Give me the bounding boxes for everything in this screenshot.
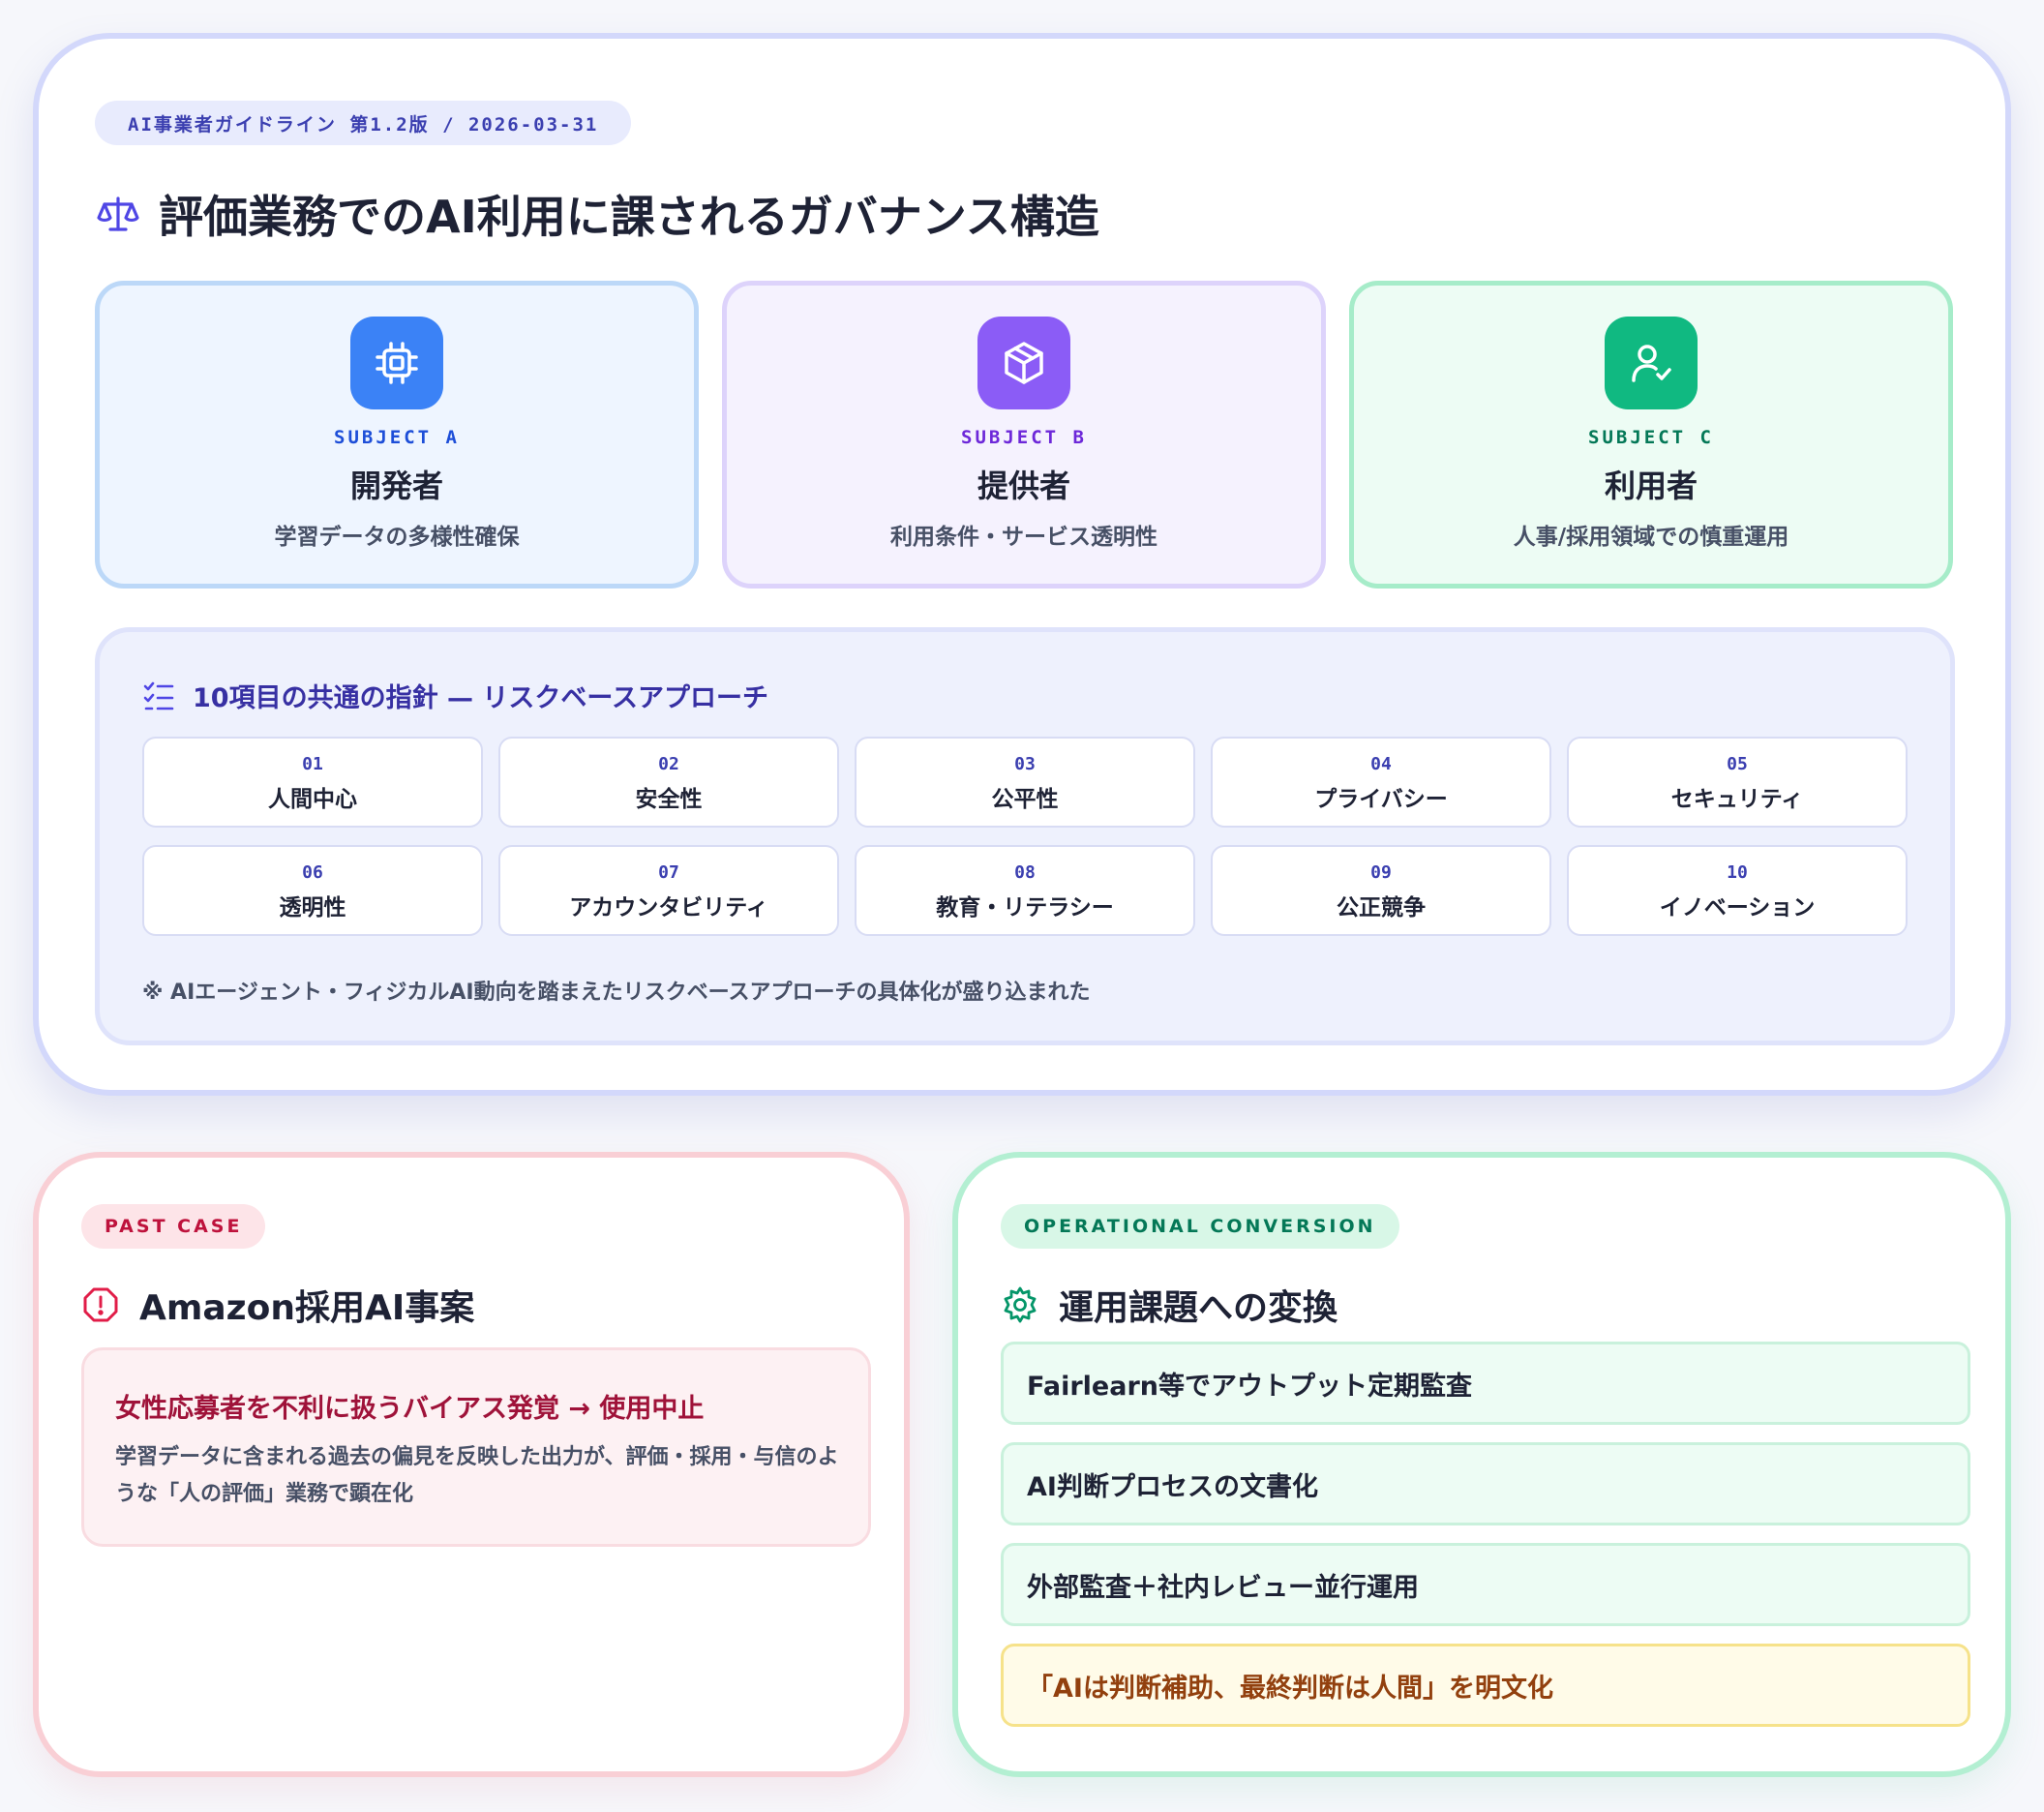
principle-number: 09 (1370, 862, 1392, 883)
past-case-pill: PAST CASE (81, 1204, 266, 1249)
principle-card: 03 公平性 (855, 737, 1195, 828)
case-headline: 女性応募者を不利に扱うバイアス発覚 → 使用中止 (115, 1394, 705, 1424)
operation-item: Fairlearn等でアウトプット定期監査 (1001, 1342, 1970, 1425)
principle-label: 公正競争 (1337, 895, 1426, 921)
operation-item: 外部監査＋社内レビュー並行運用 (1001, 1543, 1970, 1626)
principle-number: 06 (302, 862, 323, 883)
principle-number: 10 (1727, 862, 1748, 883)
subject-card-provider: SUBJECT B 提供者 利用条件・サービス透明性 (722, 281, 1326, 589)
subject-description: 学習データの多様性確保 (274, 525, 520, 550)
subject-name: 利用者 (1604, 468, 1698, 504)
principle-label: アカウンタビリティ (569, 895, 768, 921)
principle-label: イノベーション (1659, 895, 1816, 921)
page-title-row: 評価業務でのAI利用に課されるガバナンス構造 (95, 182, 1099, 246)
operations-title: 運用課題への変換 (1059, 1288, 1338, 1328)
principle-card: 04 プライバシー (1211, 737, 1551, 828)
subject-name: 開発者 (349, 468, 443, 504)
case-description: 学習データに含まれる過去の偏見を反映した出力が、評価・採用・与信のような「人の評… (115, 1445, 839, 1506)
checklist-icon (143, 681, 174, 710)
principle-label: 透明性 (279, 895, 346, 921)
subject-tag: SUBJECT B (961, 427, 1087, 448)
principle-label: プライバシー (1314, 787, 1448, 812)
chip-icon (350, 317, 443, 409)
principles-heading: 10項目の共通の指針 — リスクベースアプローチ (193, 683, 769, 713)
principle-card: 06 透明性 (142, 845, 483, 936)
principle-card: 05 セキュリティ (1567, 737, 1908, 828)
principle-number: 03 (1014, 754, 1036, 774)
principles-note: ※ AIエージェント・フィジカルAI動向を踏まえたリスクベースアプローチの具体化… (142, 981, 1091, 1005)
principle-number: 02 (658, 754, 679, 774)
principle-card: 09 公正競争 (1211, 845, 1551, 936)
subject-card-developer: SUBJECT A 開発者 学習データの多様性確保 (95, 281, 699, 589)
operations-pill: OPERATIONAL CONVERSION (1001, 1204, 1399, 1249)
subject-tag: SUBJECT A (334, 427, 460, 448)
past-case-card: PAST CASE Amazon採用AI事案 女性応募者を不利に扱うバイアス発覚… (33, 1152, 910, 1777)
principle-card: 02 安全性 (498, 737, 839, 828)
operation-item-highlight: 「AIは判断補助、最終判断は人間」を明文化 (1001, 1644, 1970, 1727)
principle-card: 01 人間中心 (142, 737, 483, 828)
subjects-row: SUBJECT A 開発者 学習データの多様性確保 SUBJECT B 提供者 … (95, 281, 1955, 589)
subject-description: 人事/採用領域での慎重運用 (1513, 525, 1789, 550)
alert-octagon-icon (83, 1287, 118, 1322)
principle-label: セキュリティ (1670, 787, 1804, 812)
principle-number: 04 (1370, 754, 1392, 774)
principle-label: 人間中心 (268, 787, 357, 812)
operations-title-row: 運用課題への変換 (1001, 1280, 1338, 1330)
subject-tag: SUBJECT C (1588, 427, 1714, 448)
principle-number: 05 (1727, 754, 1748, 774)
principles-panel: 10項目の共通の指針 — リスクベースアプローチ 01 人間中心 02 安全性 … (95, 627, 1955, 1045)
principle-card: 10 イノベーション (1567, 845, 1908, 936)
principle-number: 01 (302, 754, 323, 774)
past-case-title: Amazon採用AI事案 (139, 1288, 475, 1328)
case-summary-box: 女性応募者を不利に扱うバイアス発覚 → 使用中止 学習データに含まれる過去の偏見… (81, 1347, 871, 1547)
page-title: 評価業務でのAI利用に課されるガバナンス構造 (159, 191, 1099, 243)
operation-item: AI判断プロセスの文書化 (1001, 1442, 1970, 1525)
principle-card: 08 教育・リテラシー (855, 845, 1195, 936)
principle-number: 07 (658, 862, 679, 883)
principles-heading-row: 10項目の共通の指針 — リスクベースアプローチ (142, 677, 768, 714)
document-version-badge: AI事業者ガイドライン 第1.2版 / 2026-03-31 (95, 101, 632, 145)
subject-card-user: SUBJECT C 利用者 人事/採用領域での慎重運用 (1349, 281, 1953, 589)
operational-conversion-card: OPERATIONAL CONVERSION 運用課題への変換 Fairlear… (952, 1152, 2011, 1777)
gear-icon (1004, 1286, 1037, 1323)
principle-label: 教育・リテラシー (936, 895, 1114, 921)
principle-card: 07 アカウンタビリティ (498, 845, 839, 936)
user-check-icon (1605, 317, 1698, 409)
package-icon (977, 317, 1070, 409)
subject-name: 提供者 (977, 468, 1070, 504)
principle-label: 安全性 (635, 787, 703, 812)
principle-label: 公平性 (991, 787, 1059, 812)
principle-number: 08 (1014, 862, 1036, 883)
past-case-title-row: Amazon採用AI事案 (81, 1280, 474, 1330)
scale-icon (97, 196, 139, 231)
subject-description: 利用条件・サービス透明性 (890, 525, 1157, 550)
governance-card: AI事業者ガイドライン 第1.2版 / 2026-03-31 評価業務でのAI利… (33, 33, 2011, 1096)
